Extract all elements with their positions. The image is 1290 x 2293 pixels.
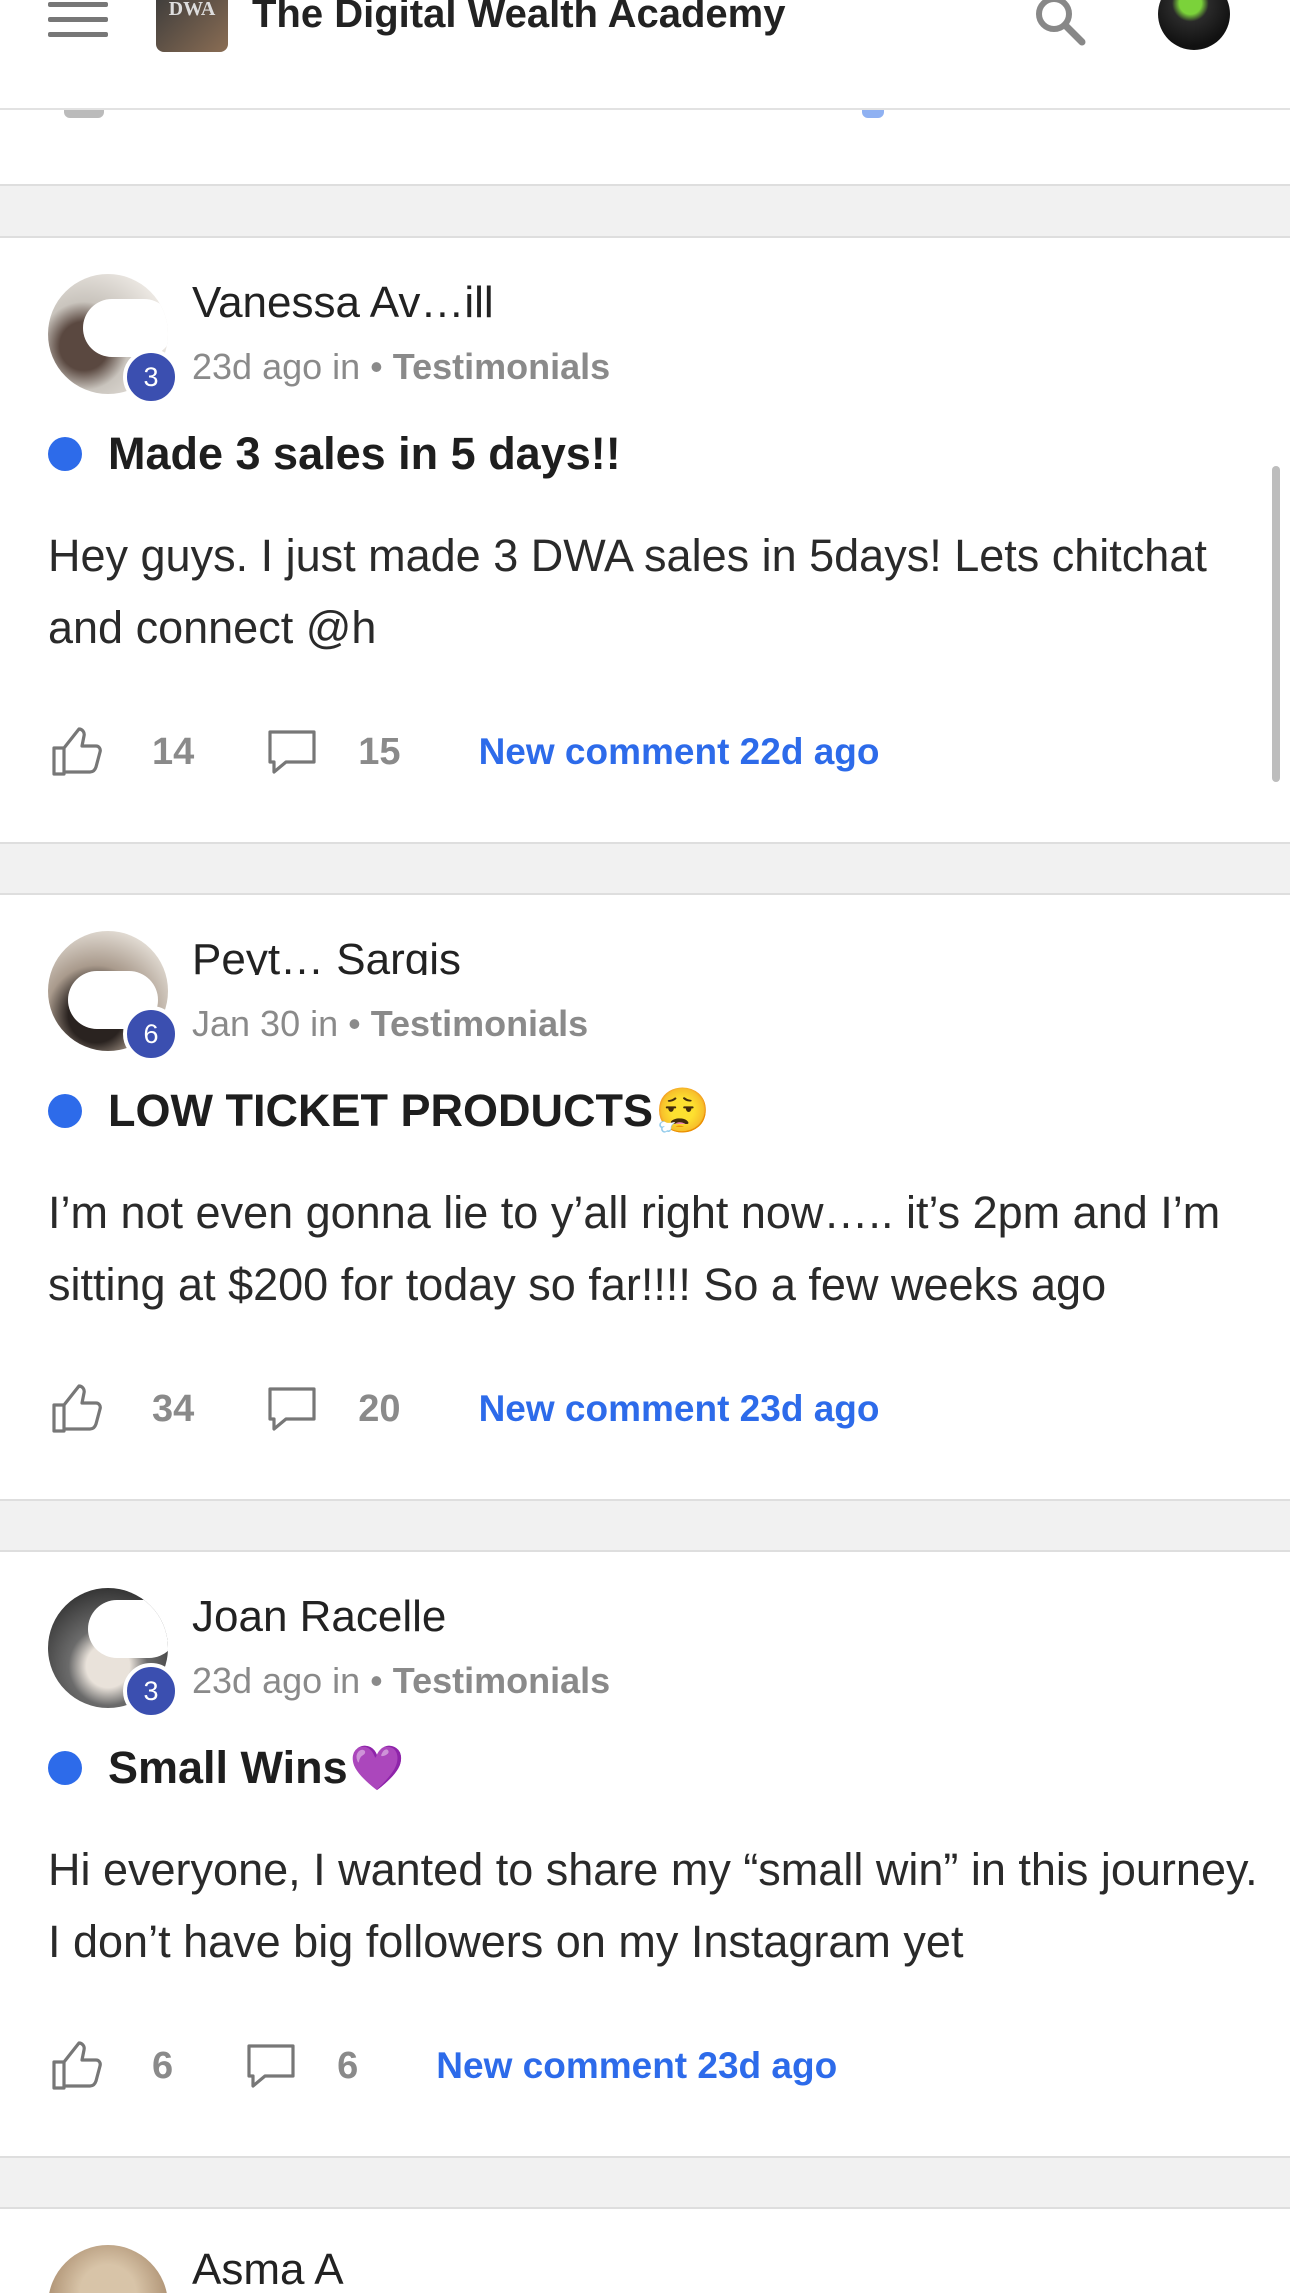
- like-icon[interactable]: [48, 724, 104, 780]
- comment-count: 20: [358, 1387, 401, 1430]
- post-title[interactable]: Made 3 sales in 5 days!!: [108, 428, 621, 480]
- post-title[interactable]: Small Wins: [108, 1742, 348, 1794]
- post-meta: 23d ago in • Testimonials: [192, 1660, 611, 1701]
- level-badge: 3: [123, 349, 179, 405]
- author-avatar[interactable]: 6: [48, 931, 179, 1062]
- comment-icon[interactable]: [243, 2038, 299, 2094]
- post-card[interactable]: 3 Joan Racelle 23d ago in • Testimonials…: [0, 1550, 1290, 2158]
- community-logo[interactable]: DWA: [156, 0, 228, 52]
- post-category[interactable]: Testimonials: [371, 1003, 588, 1044]
- author-avatar[interactable]: [48, 2245, 168, 2293]
- author-avatar[interactable]: 3: [48, 1588, 179, 1719]
- previous-post-card-fragment: [0, 104, 1290, 186]
- post-time: Jan 30 in: [192, 1003, 339, 1044]
- post-body[interactable]: I’m not even gonna lie to y’all right no…: [48, 1177, 1268, 1321]
- author-name[interactable]: Vanessa Av…ill: [192, 278, 494, 318]
- like-count: 34: [152, 1387, 195, 1430]
- scrollbar-thumb[interactable]: [1272, 466, 1280, 782]
- comment-icon[interactable]: [264, 1381, 320, 1437]
- comment-count: 6: [337, 2044, 359, 2087]
- unread-dot: [48, 1751, 82, 1785]
- post-title-row[interactable]: LOW TICKET PRODUCTS 😮‍💨: [48, 1085, 710, 1137]
- author-name[interactable]: Joan Racelle: [192, 1592, 446, 1632]
- like-count: 14: [152, 730, 195, 773]
- comment-icon[interactable]: [264, 724, 320, 780]
- like-count: 6: [152, 2044, 174, 2087]
- author-name[interactable]: Peyt… Sargis: [192, 935, 461, 975]
- post-title[interactable]: LOW TICKET PRODUCTS: [108, 1085, 653, 1137]
- post-time: 23d ago in: [192, 346, 361, 387]
- author-avatar[interactable]: 3: [48, 274, 179, 405]
- app-title: The Digital Wealth Academy: [252, 0, 786, 36]
- post-actions: 34 20 New comment 23d ago: [48, 1379, 880, 1439]
- user-avatar[interactable]: [1158, 0, 1230, 50]
- post-category[interactable]: Testimonials: [393, 346, 610, 387]
- post-actions: 6 6 New comment 23d ago: [48, 2036, 837, 2096]
- title-emoji: 😮‍💨: [654, 1087, 710, 1136]
- post-body[interactable]: Hi everyone, I wanted to share my “small…: [48, 1834, 1268, 1978]
- hamburger-menu-icon[interactable]: [48, 2, 108, 38]
- logo-text: DWA: [168, 0, 216, 20]
- post-body[interactable]: Hey guys. I just made 3 DWA sales in 5da…: [48, 520, 1268, 664]
- top-app-bar: DWA The Digital Wealth Academy: [0, 0, 1290, 110]
- level-badge: 6: [123, 1006, 179, 1062]
- unread-dot: [48, 1094, 82, 1128]
- post-actions: 14 15 New comment 22d ago: [48, 722, 880, 782]
- post-time: 23d ago in: [192, 1660, 361, 1701]
- author-name[interactable]: Asma A: [192, 2245, 344, 2293]
- post-title-row[interactable]: Made 3 sales in 5 days!!: [48, 428, 621, 480]
- post-meta: Jan 30 in • Testimonials: [192, 1003, 589, 1044]
- post-card[interactable]: 6 Peyt… Sargis Jan 30 in • Testimonials …: [0, 893, 1290, 1501]
- post-category[interactable]: Testimonials: [393, 1660, 610, 1701]
- new-comment-link[interactable]: New comment 23d ago: [436, 2045, 837, 2087]
- new-comment-link[interactable]: New comment 22d ago: [479, 731, 880, 773]
- post-card[interactable]: Asma A: [0, 2207, 1290, 2293]
- search-icon[interactable]: [1030, 0, 1090, 50]
- comment-count: 15: [358, 730, 401, 773]
- level-badge: 3: [123, 1663, 179, 1719]
- new-comment-link[interactable]: New comment 23d ago: [479, 1388, 880, 1430]
- like-icon[interactable]: [48, 1381, 104, 1437]
- post-title-row[interactable]: Small Wins 💜: [48, 1742, 404, 1794]
- post-card[interactable]: 3 Vanessa Av…ill 23d ago in • Testimonia…: [0, 236, 1290, 844]
- unread-dot: [48, 437, 82, 471]
- like-icon[interactable]: [48, 2038, 104, 2094]
- post-meta: 23d ago in • Testimonials: [192, 346, 611, 387]
- title-emoji: 💜: [349, 1744, 405, 1793]
